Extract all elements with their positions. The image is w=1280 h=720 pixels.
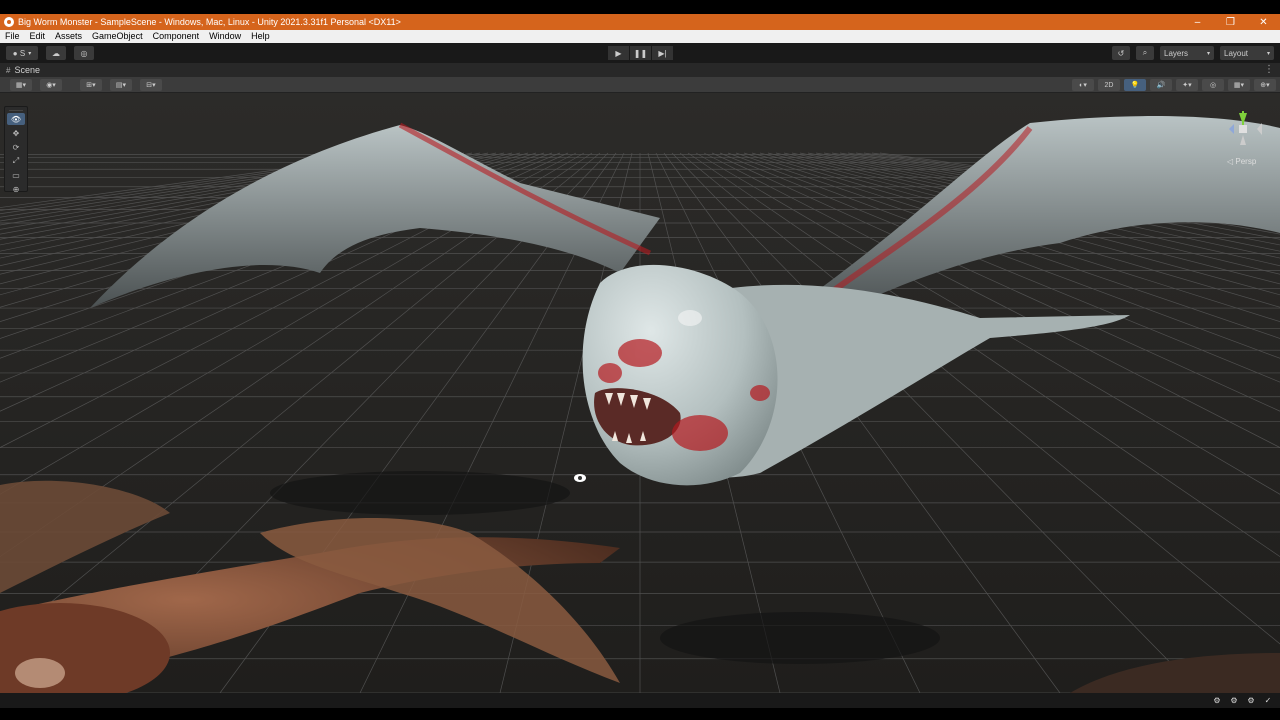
audio-toggle-button[interactable]: 🔊 — [1150, 79, 1172, 91]
play-icon: ▶ — [615, 48, 622, 58]
rect-icon: ▭ — [12, 170, 20, 180]
scene-grid-icon: # — [6, 65, 11, 75]
draw-mode-dropdown[interactable]: ▦▾ — [10, 79, 32, 91]
view-tool-button[interactable]: 👁 — [7, 113, 25, 125]
scene-render — [0, 93, 1280, 693]
scene-toolbar-right: ◐▾ 2D 💡 🔊 ✦▾ ◎ ▦▾ ⊕▾ — [1072, 79, 1276, 91]
history-icon: ↺ — [1117, 48, 1125, 58]
eye-icon: 👁 — [10, 114, 22, 124]
lighting-toggle-button[interactable]: 💡 — [1124, 79, 1146, 91]
scene-tab-bar: # Scene ⋮ — [0, 63, 1280, 77]
visibility-toggle-button[interactable]: ◎ — [1202, 79, 1224, 91]
menu-edit[interactable]: Edit — [25, 30, 51, 43]
pivot-handle-icon — [574, 474, 586, 482]
play-button[interactable]: ▶ — [608, 46, 629, 60]
toggle-2d-button[interactable]: 2D — [1098, 79, 1120, 91]
letterbox-bottom — [0, 708, 1280, 720]
collab-button[interactable]: ◎ — [74, 46, 94, 60]
scene-viewport[interactable] — [0, 93, 1280, 693]
unity-logo-icon — [4, 17, 14, 27]
menu-bar: File Edit Assets GameObject Component Wi… — [0, 30, 1280, 43]
chevron-down-icon: ▾ — [1206, 50, 1210, 57]
tab-scene-label: Scene — [14, 65, 40, 75]
status-bar: ⚙ ⚙ ⚙ ✓ — [0, 693, 1280, 708]
account-icon: ● — [12, 48, 20, 58]
grid-snap-dropdown[interactable]: ⊞▾ — [80, 79, 102, 91]
menu-component[interactable]: Component — [148, 30, 205, 43]
window-titlebar: Big Worm Monster - SampleScene - Windows… — [0, 14, 1280, 30]
camera-settings-dropdown[interactable]: ▦▾ — [1228, 79, 1250, 91]
transform-tool-button[interactable]: ⊕ — [7, 183, 25, 195]
scene-toolbar: ▦▾ ◉▾ ⊞▾ ▤▾ ⊟▾ ◐▾ 2D 💡 🔊 ✦▾ ◎ ▦▾ ⊕▾ — [0, 77, 1280, 93]
menu-assets[interactable]: Assets — [50, 30, 87, 43]
settings-icon[interactable]: ⚙ — [1245, 694, 1257, 706]
projection-label[interactable]: ◁ Persp — [1227, 157, 1256, 166]
menu-file[interactable]: File — [0, 30, 25, 43]
tab-scene[interactable]: # Scene — [0, 65, 40, 75]
transform-icon: ⊕ — [12, 184, 20, 194]
camera-mode-dropdown[interactable]: ◐▾ — [1072, 79, 1094, 91]
maximize-button[interactable]: ❐ — [1214, 14, 1247, 30]
search-button[interactable]: ⌕ — [1136, 46, 1154, 60]
scale-icon: ⤢ — [12, 156, 20, 165]
chevron-down-icon: ▾ — [28, 50, 32, 57]
window-title: Big Worm Monster - SampleScene - Windows… — [18, 17, 401, 27]
account-label: S — [19, 48, 26, 58]
collab-icon: ◎ — [80, 48, 88, 58]
increment-snap-dropdown[interactable]: ▤▾ — [110, 79, 132, 91]
menu-help[interactable]: Help — [246, 30, 275, 43]
status-check-icon[interactable]: ✓ — [1262, 694, 1274, 706]
minimize-button[interactable]: – — [1181, 14, 1214, 30]
palette-grip[interactable] — [9, 107, 23, 111]
rotate-tool-button[interactable]: ⟳ — [7, 141, 25, 153]
cloud-button[interactable]: ☁ — [46, 46, 66, 60]
menu-window[interactable]: Window — [204, 30, 246, 43]
menu-gameobject[interactable]: GameObject — [87, 30, 148, 43]
more-options-icon[interactable]: ⋮ — [1264, 64, 1274, 75]
layers-dropdown[interactable]: Layers ▾ — [1160, 46, 1214, 60]
play-controls: ▶ ❚❚ ▶| — [608, 46, 673, 60]
window-controls: – ❐ ✕ — [1181, 14, 1280, 30]
step-button[interactable]: ▶| — [652, 46, 673, 60]
status-icons: ⚙ ⚙ ⚙ ✓ — [1211, 694, 1274, 706]
search-icon: ⌕ — [1142, 48, 1148, 57]
layers-label: Layers — [1164, 48, 1189, 58]
move-icon: ✥ — [12, 128, 20, 138]
scale-tool-button[interactable]: ⤢ — [7, 155, 25, 167]
move-tool-button[interactable]: ✥ — [7, 127, 25, 139]
close-button[interactable]: ✕ — [1247, 14, 1280, 30]
main-toolbar: ● S ▾ ☁ ◎ ▶ ❚❚ ▶| ↺ ⌕ Layers ▾ Layout ▾ — [0, 43, 1280, 63]
account-dropdown[interactable]: ● S ▾ — [6, 46, 38, 60]
scene-toolbar-left: ▦▾ ◉▾ ⊞▾ ▤▾ ⊟▾ — [10, 79, 162, 91]
align-dropdown[interactable]: ⊟▾ — [140, 79, 162, 91]
effects-dropdown[interactable]: ✦▾ — [1176, 79, 1198, 91]
transform-tools: 👁 ✥ ⟳ ⤢ ▭ ⊕ — [4, 106, 28, 195]
letterbox-top — [0, 0, 1280, 14]
build-icon[interactable]: ⚙ — [1228, 694, 1240, 706]
gizmos-dropdown[interactable]: ⊕▾ — [1254, 79, 1276, 91]
package-icon[interactable]: ⚙ — [1211, 694, 1223, 706]
toolbar-right: ↺ ⌕ Layers ▾ Layout ▾ — [1112, 46, 1274, 60]
cloud-icon: ☁ — [52, 48, 60, 58]
layout-dropdown[interactable]: Layout ▾ — [1220, 46, 1274, 60]
pause-icon: ❚❚ — [633, 48, 648, 58]
step-icon: ▶| — [658, 48, 667, 58]
rect-tool-button[interactable]: ▭ — [7, 169, 25, 181]
shading-dropdown[interactable]: ◉▾ — [40, 79, 62, 91]
layout-label: Layout — [1224, 48, 1249, 58]
pause-button[interactable]: ❚❚ — [630, 46, 651, 60]
chevron-down-icon: ▾ — [1266, 50, 1270, 57]
undo-history-button[interactable]: ↺ — [1112, 46, 1130, 60]
rotate-icon: ⟳ — [12, 142, 20, 152]
